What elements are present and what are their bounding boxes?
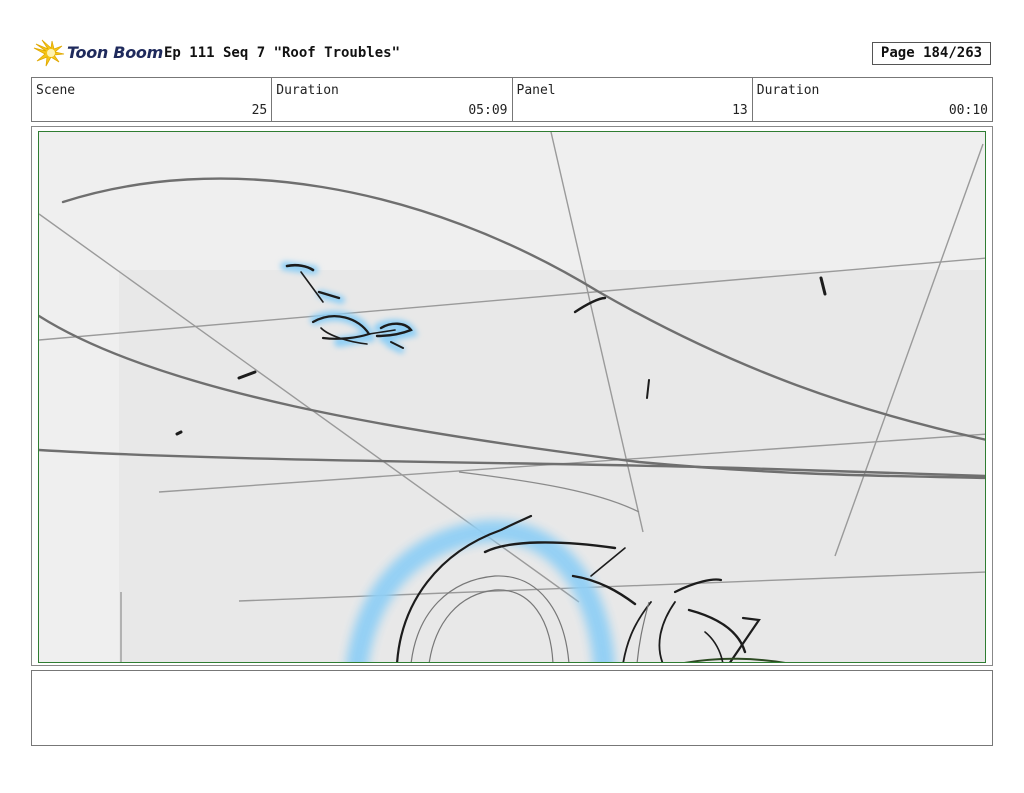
panel-value: 13 xyxy=(732,103,748,118)
storyboard-panel-frame xyxy=(31,126,993,666)
scene-cell: Scene 25 xyxy=(32,78,273,121)
scene-info-row: Scene 25 Duration 05:09 Panel 13 Duratio… xyxy=(31,77,993,122)
scene-duration-cell: Duration 05:09 xyxy=(272,78,513,121)
scene-duration-label: Duration xyxy=(276,83,339,98)
panel-duration-cell: Duration 00:10 xyxy=(753,78,992,121)
panel-cell: Panel 13 xyxy=(513,78,753,121)
page-indicator: Page 184/263 xyxy=(872,42,991,65)
panel-duration-label: Duration xyxy=(756,83,820,98)
logo-text: Toon Boom xyxy=(67,43,163,62)
panel-duration-value: 00:10 xyxy=(948,103,988,118)
toon-boom-logo: Toon Boom xyxy=(32,38,163,70)
panel-notes-box xyxy=(31,670,993,746)
sketch-drawing xyxy=(39,132,985,662)
storyboard-sketch xyxy=(38,131,986,663)
toon-boom-logo-icon xyxy=(33,39,65,67)
scene-value: 25 xyxy=(251,103,268,118)
scene-duration-value: 05:09 xyxy=(468,103,508,118)
document-title: Ep 111 Seq 7 "Roof Troubles" xyxy=(164,45,401,61)
panel-label: Panel xyxy=(516,83,556,98)
scene-label: Scene xyxy=(36,83,76,98)
